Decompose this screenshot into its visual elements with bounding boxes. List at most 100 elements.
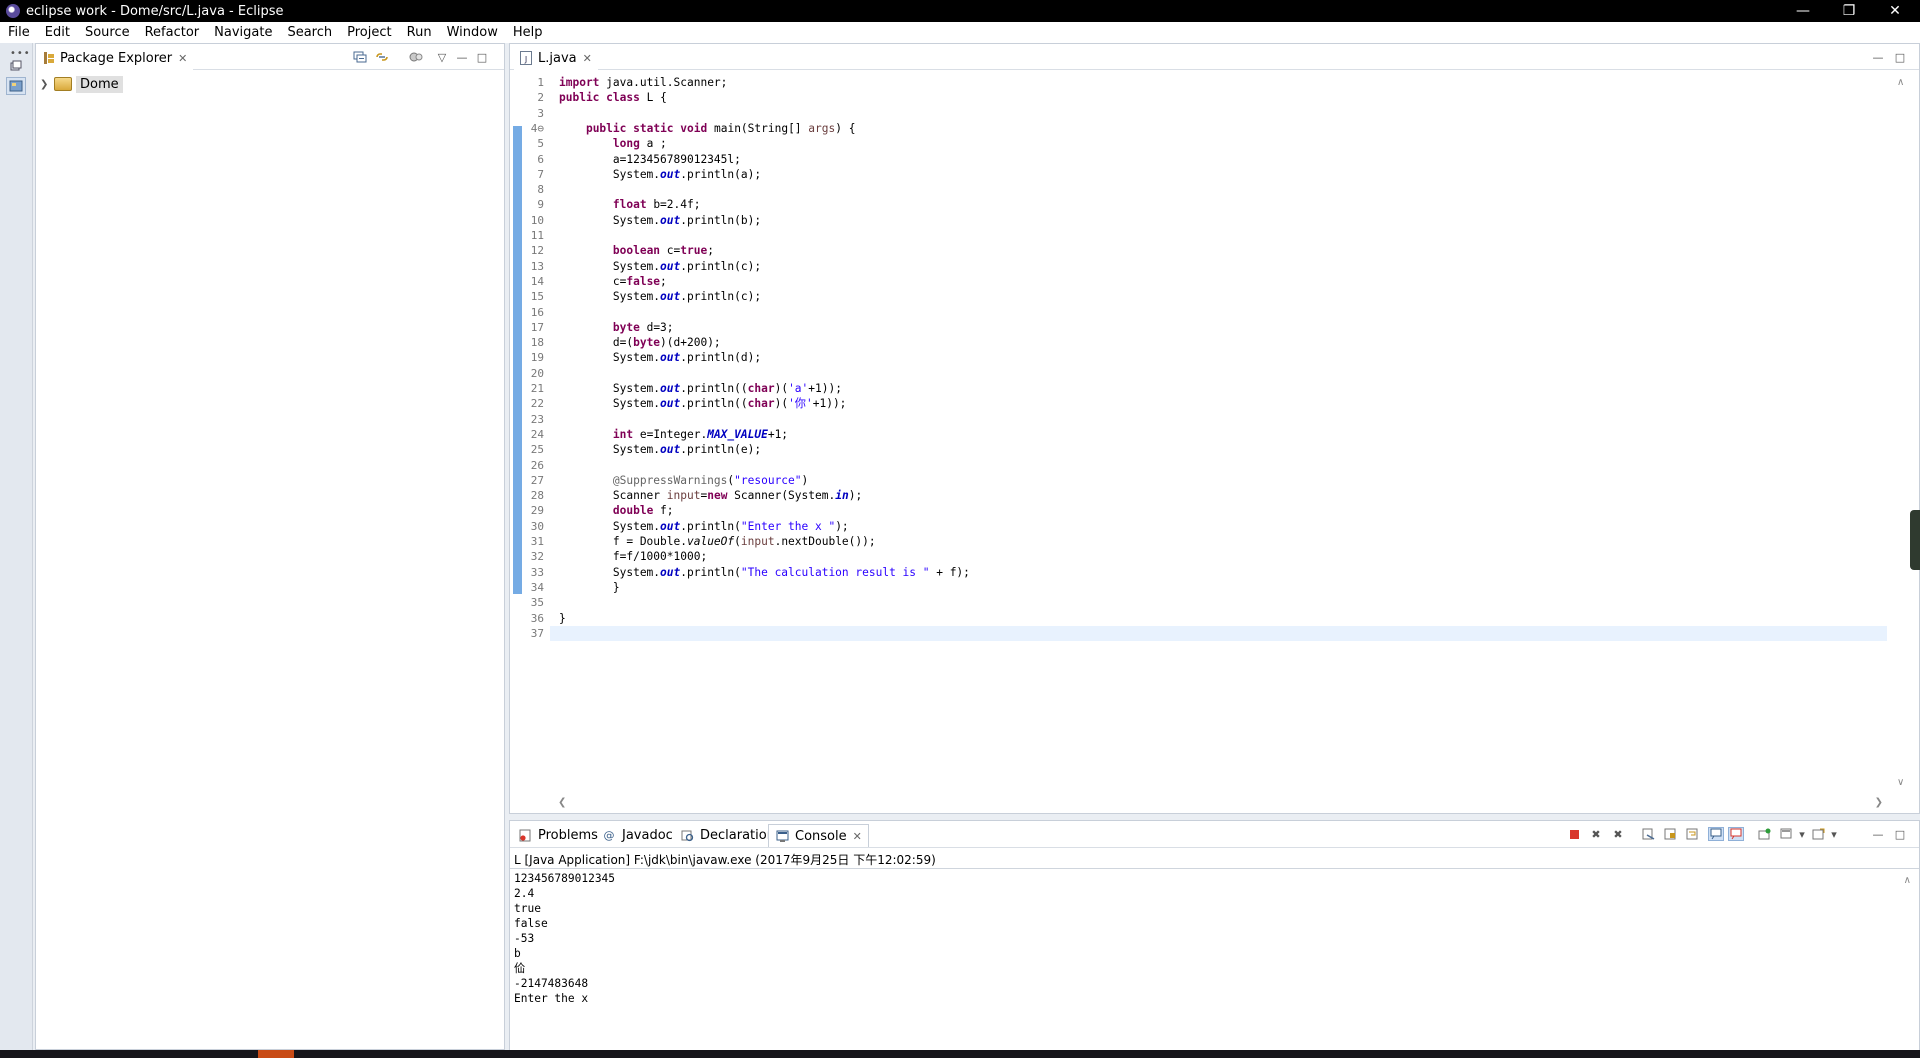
focus-workspace-icon[interactable] [408,50,424,64]
source-code[interactable]: import java.util.Scanner; public class L … [550,71,1887,791]
line-number: 8 [537,183,544,197]
remove-all-launches-icon[interactable]: ✖ [1610,827,1626,841]
code-line[interactable]: f=f/1000*1000; [559,549,707,564]
side-drag-handle[interactable] [1910,510,1920,570]
code-line[interactable]: boolean c=true; [559,243,714,258]
menu-run[interactable]: Run [399,25,439,40]
console-output[interactable]: 123456789012345 2.4 true false -53 b 佡 -2147483… [514,871,1899,1006]
scroll-down-icon[interactable]: ∨ [1897,777,1904,788]
menu-source[interactable]: Source [77,25,137,40]
line-number: 9 [537,198,544,212]
console-output-line: b [514,947,521,960]
scroll-right-icon[interactable]: ❯ [1875,797,1883,808]
menu-refactor[interactable]: Refactor [137,25,207,40]
code-line[interactable]: System.out.println(c); [559,259,761,274]
clear-console-icon[interactable] [1640,827,1656,841]
collapse-all-icon[interactable] [352,50,368,64]
tab-package-explorer[interactable]: Package Explorer ✕ [36,46,194,70]
pin-console-icon[interactable] [1756,827,1772,841]
close-window-button[interactable]: ✕ [1872,0,1918,22]
chevron-right-icon[interactable]: ❯ [40,79,54,90]
vertical-scrollbar[interactable]: ∧ ∨ [1887,71,1919,791]
terminate-icon[interactable] [1566,827,1582,841]
code-line[interactable]: d=(byte)(d+200); [559,335,721,350]
code-line[interactable]: public static void main(String[] args) { [559,121,856,136]
minimize-view-icon[interactable]: — [1870,50,1886,64]
code-line[interactable]: System.out.println("The calculation resu… [559,565,970,580]
maximize-view-icon[interactable]: □ [1892,50,1908,64]
show-on-stderr-icon[interactable] [1728,827,1744,841]
line-number: 4⊖ [530,121,544,135]
maximize-view-icon[interactable]: □ [1892,827,1908,841]
code-line[interactable] [550,625,1887,641]
scroll-lock-icon[interactable] [1662,827,1678,841]
tab-console[interactable]: Console ✕ [768,824,869,847]
menu-file[interactable]: File [0,25,37,40]
maximize-view-icon[interactable]: □ [474,50,490,64]
tab-l-java[interactable]: J L.java ✕ [514,46,598,70]
console-icon [775,830,789,843]
code-line[interactable]: @SuppressWarnings("resource") [559,473,808,488]
code-line[interactable]: float b=2.4f; [559,197,701,212]
word-wrap-icon[interactable] [1684,827,1700,841]
menu-window[interactable]: Window [439,25,505,40]
code-line[interactable]: long a ; [559,136,667,151]
tab-javadoc[interactable]: @ Javadoc [596,824,679,847]
code-line[interactable]: System.out.println((char)('a'+1)); [559,381,842,396]
code-line[interactable]: a=123456789012345l; [559,152,741,167]
close-tab-icon[interactable]: ✕ [178,52,187,65]
open-console-icon[interactable] [1810,827,1826,841]
scroll-up-icon[interactable]: ∧ [1897,77,1904,88]
console-view: Problems @ Javadoc Declaration Console ✕… [509,820,1920,1052]
menu-project[interactable]: Project [339,25,398,40]
taskbar-active-app[interactable] [258,1050,294,1058]
code-line[interactable]: System.out.println(b); [559,213,761,228]
restore-view-icon[interactable] [6,57,26,75]
package-explorer-minimized-icon[interactable] [6,77,26,95]
tree-item-project[interactable]: ❯ Dome [40,74,123,94]
horizontal-scrollbar[interactable]: ❮ ❯ [554,797,1887,811]
code-line[interactable]: import java.util.Scanner; [559,75,727,90]
code-line[interactable]: System.out.println(a); [559,167,761,182]
code-line[interactable]: double f; [559,503,674,518]
scroll-up-icon[interactable]: ∧ [1904,875,1911,886]
minimize-button[interactable]: — [1780,0,1826,22]
tab-javadoc-label: Javadoc [622,828,673,843]
code-line[interactable]: System.out.println(c); [559,289,761,304]
code-line[interactable]: public class L { [559,90,667,105]
view-menu-icon[interactable]: ▽ [434,50,450,64]
show-on-stdout-icon[interactable] [1708,827,1724,841]
minimize-view-icon[interactable]: — [454,50,470,64]
menu-edit[interactable]: Edit [37,25,77,40]
code-line[interactable]: System.out.println(d); [559,350,761,365]
code-line[interactable]: f = Double.valueOf(input.nextDouble()); [559,534,876,549]
code-line[interactable]: Scanner input=new Scanner(System.in); [559,488,862,503]
display-console-icon[interactable] [1778,827,1794,841]
minimize-view-icon[interactable]: — [1870,827,1886,841]
tab-declaration[interactable]: Declaration [674,824,781,847]
menu-search[interactable]: Search [279,25,339,40]
link-with-editor-icon[interactable] [374,50,390,64]
window-title: eclipse work - Dome/src/L.java - Eclipse [26,3,284,19]
editor-text-area[interactable]: 1 2 3 4⊖ 5 6 7 8 9 10 11 12 13 14 15 16 17 18 19 20 21 22 23 24… [510,71,1919,813]
remove-launch-icon[interactable]: ✖ [1588,827,1604,841]
chevron-down-icon[interactable]: ▾ [1826,827,1842,841]
console-header: Problems @ Javadoc Declaration Console ✕… [510,821,1919,848]
code-line[interactable]: } [559,611,566,626]
code-line[interactable]: int e=Integer.MAX_VALUE+1; [559,427,788,442]
menu-help[interactable]: Help [505,25,550,40]
code-line[interactable]: } [559,580,620,595]
close-tab-icon[interactable]: ✕ [583,52,592,65]
menu-navigate[interactable]: Navigate [206,25,279,40]
tab-problems[interactable]: Problems [512,824,604,847]
code-line[interactable]: c=false; [559,274,667,289]
scroll-left-icon[interactable]: ❮ [558,797,566,808]
code-line[interactable]: System.out.println("Enter the x "); [559,519,849,534]
close-tab-icon[interactable]: ✕ [853,830,862,843]
code-line[interactable]: System.out.println(e); [559,442,761,457]
code-line[interactable]: System.out.println((char)('你'+1)); [559,396,847,411]
chevron-down-icon[interactable]: ▾ [1794,827,1810,841]
launch-description: L [Java Application] F:\jdk\bin\javaw.ex… [514,853,936,867]
code-line[interactable]: byte d=3; [559,320,674,335]
restore-button[interactable]: ❐ [1826,0,1872,22]
